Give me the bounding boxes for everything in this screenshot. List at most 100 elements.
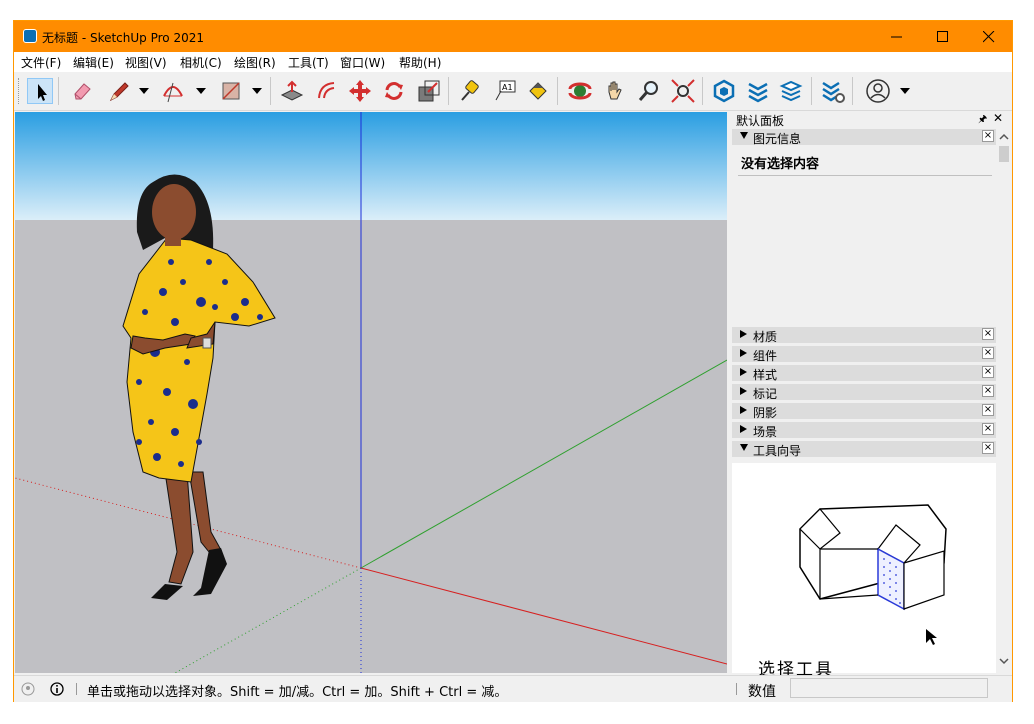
layout-send-button[interactable] — [779, 78, 805, 104]
extension-manager-button[interactable] — [820, 78, 846, 104]
text-tool-button[interactable]: A1 — [492, 78, 518, 104]
panel-label: 阴影 — [753, 406, 778, 420]
panel-close-button[interactable]: × — [982, 442, 994, 454]
model-viewport[interactable] — [15, 112, 727, 673]
menu-view[interactable]: 视图(V) — [125, 54, 167, 71]
panel-instructor[interactable]: 工具向导 × — [732, 441, 996, 458]
panel-styles[interactable]: 样式 × — [732, 365, 996, 382]
tray-scrollbar[interactable] — [997, 128, 1011, 673]
ground — [15, 220, 727, 673]
close-icon — [983, 31, 995, 43]
panel-close-button[interactable]: × — [982, 347, 994, 359]
menu-draw[interactable]: 绘图(R) — [234, 54, 276, 71]
tape-measure-tool-button[interactable] — [457, 78, 483, 104]
panel-shadows[interactable]: 阴影 × — [732, 403, 996, 420]
panel-components[interactable]: 组件 × — [732, 346, 996, 363]
extension-warehouse-button[interactable] — [745, 78, 771, 104]
close-button[interactable] — [966, 21, 1012, 52]
chevron-down-icon[interactable] — [900, 88, 910, 95]
rotate-tool-button[interactable] — [381, 78, 407, 104]
panel-label: 场景 — [753, 425, 778, 439]
collapse-arrow-icon — [740, 132, 748, 139]
menu-window[interactable]: 窗口(W) — [340, 54, 385, 71]
account-button[interactable] — [865, 78, 891, 104]
toolbar-separator — [448, 77, 449, 105]
instructor-house-illustration — [799, 504, 947, 645]
select-tool-icon — [38, 84, 47, 101]
rectangle-tool-icon — [222, 82, 240, 100]
panel-close-button[interactable]: × — [982, 385, 994, 397]
status-message: 单击或拖动以选择对象。Shift = 加/减。Ctrl = 加。Shift + … — [87, 685, 508, 700]
chevron-down-icon[interactable] — [252, 88, 262, 95]
panel-materials[interactable]: 材质 × — [732, 327, 996, 344]
menu-camera[interactable]: 相机(C) — [180, 54, 222, 71]
panel-label: 工具向导 — [753, 444, 802, 458]
menu-edit[interactable]: 编辑(E) — [73, 54, 114, 71]
warehouse-button[interactable] — [711, 78, 737, 104]
chevron-down-icon[interactable] — [196, 88, 206, 95]
window-title: 无标题 - SketchUp Pro 2021 — [42, 31, 204, 45]
zoom-extents-tool-button[interactable] — [670, 78, 696, 104]
maximize-button[interactable] — [920, 21, 966, 52]
scroll-thumb[interactable] — [999, 146, 1009, 162]
expand-arrow-icon — [740, 406, 747, 414]
panel-tags[interactable]: 标记 × — [732, 384, 996, 401]
info-icon[interactable] — [50, 682, 64, 696]
rectangle-tool-button[interactable] — [218, 78, 244, 104]
svg-text:A1: A1 — [502, 83, 513, 92]
entity-info-content: 没有选择内容 — [732, 145, 996, 325]
push-pull-tool-button[interactable] — [279, 78, 305, 104]
line-tool-button[interactable] — [106, 78, 132, 104]
account-icon — [866, 79, 890, 103]
viewport-canvas[interactable] — [15, 112, 727, 673]
extension-warehouse-icon — [748, 82, 768, 103]
toolbar-grip[interactable] — [18, 78, 22, 104]
panel-close-button[interactable]: × — [982, 423, 994, 435]
move-tool-button[interactable] — [347, 78, 373, 104]
orbit-tool-button[interactable] — [567, 78, 593, 104]
menu-tools[interactable]: 工具(T) — [288, 54, 329, 71]
scale-tool-button[interactable] — [416, 78, 442, 104]
measurements-input[interactable] — [790, 678, 988, 698]
title-bar: 无标题 - SketchUp Pro 2021 — [14, 21, 1012, 52]
offset-tool-button[interactable] — [314, 78, 340, 104]
extension-manager-icon — [822, 81, 845, 103]
select-tool-button[interactable] — [27, 78, 53, 104]
paint-bucket-tool-button[interactable] — [525, 78, 551, 104]
arc-tool-icon — [163, 82, 183, 103]
panel-close-button[interactable]: × — [982, 130, 994, 142]
panel-entity-info[interactable]: 图元信息 × — [732, 129, 996, 146]
status-divider — [736, 683, 737, 695]
layout-send-icon — [779, 80, 803, 102]
pencil-line-tool-icon — [109, 82, 129, 102]
panel-label: 材质 — [753, 330, 778, 344]
chevron-down-icon[interactable] — [139, 88, 149, 95]
panel-close-button[interactable]: × — [982, 328, 994, 340]
expand-arrow-icon — [740, 349, 747, 357]
expand-arrow-icon — [740, 425, 747, 433]
pan-tool-button[interactable] — [602, 78, 628, 104]
instructor-content: 选择工具 — [732, 463, 996, 680]
tray-title: 默认面板 — [736, 114, 785, 128]
panel-label: 样式 — [753, 368, 778, 382]
zoom-tool-icon — [638, 81, 658, 101]
minimize-button[interactable] — [874, 21, 920, 52]
collapse-arrow-icon — [740, 444, 748, 451]
menu-file[interactable]: 文件(F) — [21, 54, 61, 71]
panel-close-button[interactable]: × — [982, 366, 994, 378]
orbit-tool-icon — [568, 82, 592, 100]
minimize-icon — [891, 36, 902, 38]
toolbar-separator — [852, 77, 853, 105]
pan-tool-icon — [608, 81, 622, 100]
app-window: 无标题 - SketchUp Pro 2021 文件(F) 编辑(E) 视图(V… — [13, 20, 1013, 702]
arc-tool-button[interactable] — [160, 78, 186, 104]
zoom-tool-button[interactable] — [636, 78, 662, 104]
pin-icon[interactable]: 🖈 — [978, 112, 987, 129]
tray-close-button[interactable]: ✕ — [993, 111, 1003, 125]
panel-scenes[interactable]: 场景 × — [732, 422, 996, 439]
panel-close-button[interactable]: × — [982, 404, 994, 416]
geo-location-icon[interactable] — [21, 682, 35, 696]
menu-help[interactable]: 帮助(H) — [399, 54, 441, 71]
offset-tool-icon — [318, 82, 335, 99]
eraser-tool-button[interactable] — [69, 78, 95, 104]
